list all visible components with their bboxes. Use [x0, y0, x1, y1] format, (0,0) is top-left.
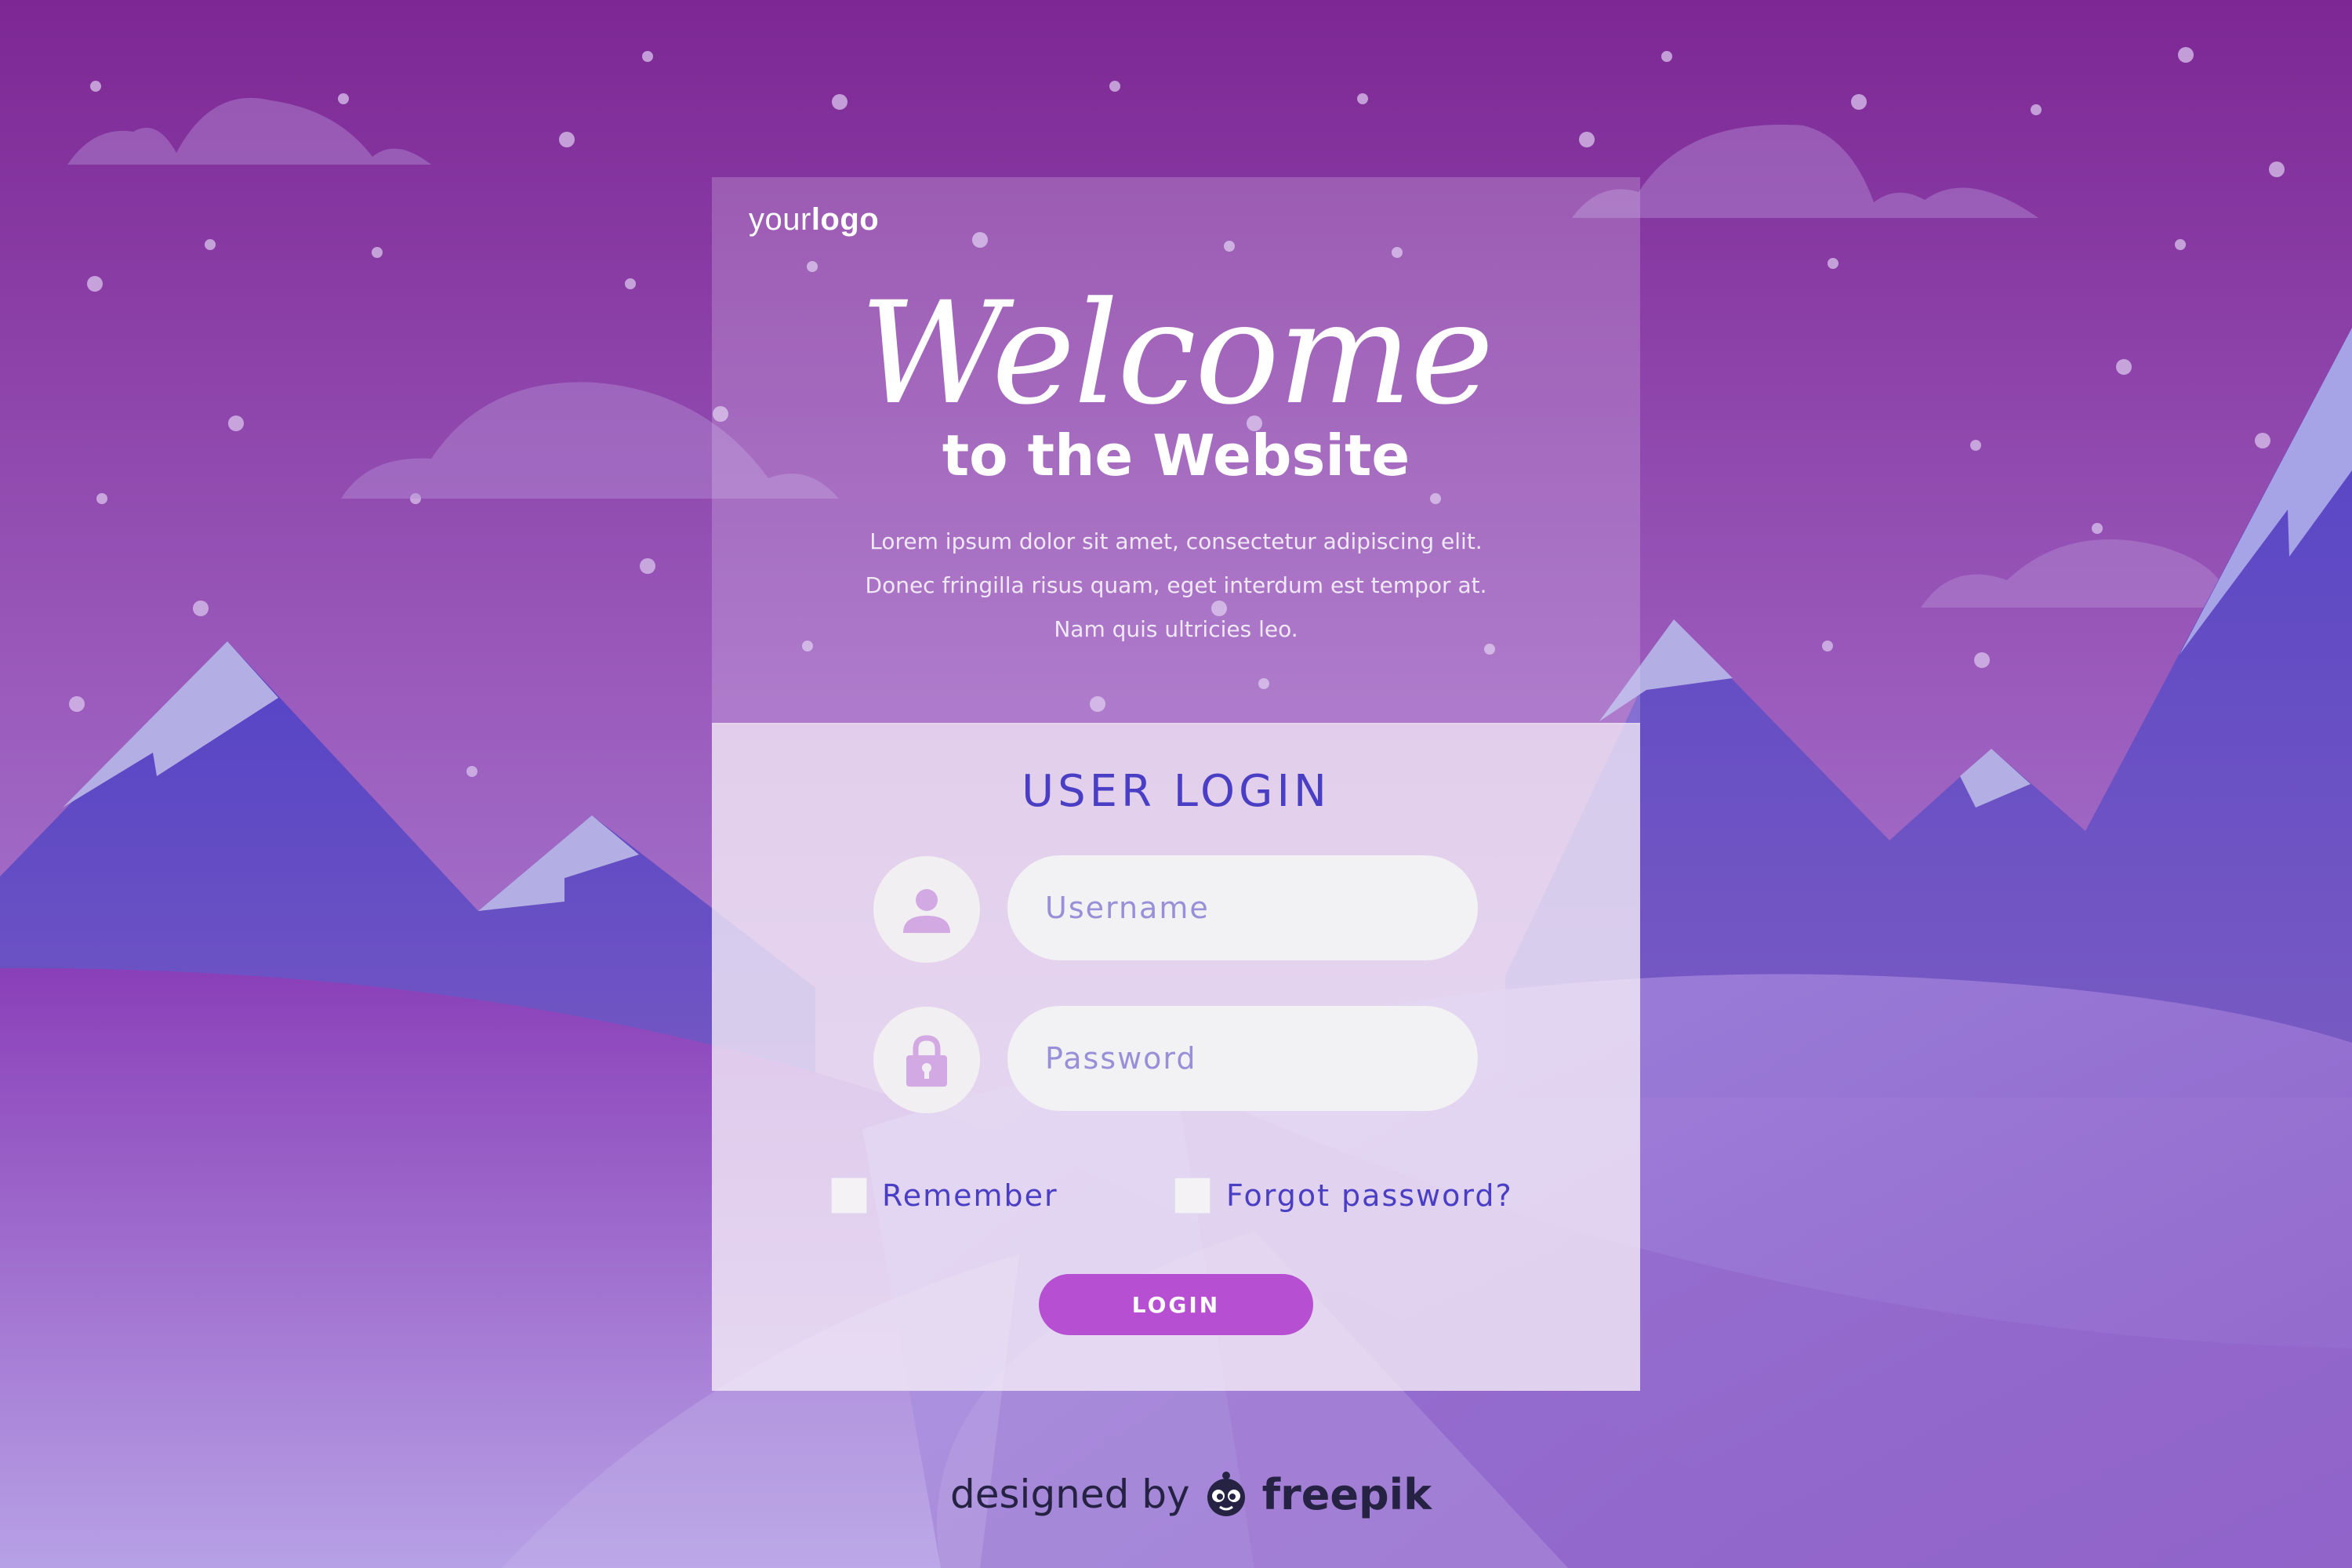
username-input[interactable]: [1007, 855, 1478, 960]
freepik-mascot-icon: [1207, 1472, 1245, 1516]
user-icon: [903, 889, 950, 933]
welcome-title: Welcome: [859, 272, 1494, 436]
logo-text-logo: logo: [811, 202, 880, 237]
username-icon-circle: [873, 856, 980, 963]
lock-icon: [906, 1035, 947, 1087]
password-icon-circle: [873, 1007, 980, 1113]
remember-label[interactable]: Remember: [882, 1181, 1058, 1210]
freepik-wordmark: freepik: [1261, 1469, 1432, 1519]
login-button[interactable]: LOGIN: [1039, 1274, 1313, 1335]
intro-line: Nam quis ultricies leo.: [1054, 616, 1298, 642]
password-input[interactable]: [1007, 1006, 1478, 1111]
forgot-password-checkbox[interactable]: [1174, 1178, 1210, 1214]
logo-text-your: your: [749, 202, 811, 237]
designer-credit: designed by freepik: [950, 1463, 1432, 1526]
intro-line: Lorem ipsum dolor sit amet, consectetur …: [869, 528, 1483, 554]
brand-logo: yourlogo: [749, 202, 879, 238]
credit-text: designed by: [950, 1472, 1190, 1517]
intro-line: Donec fringilla risus quam, eget interdu…: [865, 572, 1487, 598]
forgot-password-link[interactable]: Forgot password?: [1226, 1181, 1513, 1210]
welcome-subtitle: to the Website: [942, 423, 1410, 488]
intro-text: Lorem ipsum dolor sit amet, consectetur …: [712, 520, 1640, 652]
remember-checkbox[interactable]: [831, 1178, 867, 1214]
login-heading: USER LOGIN: [1022, 766, 1330, 817]
